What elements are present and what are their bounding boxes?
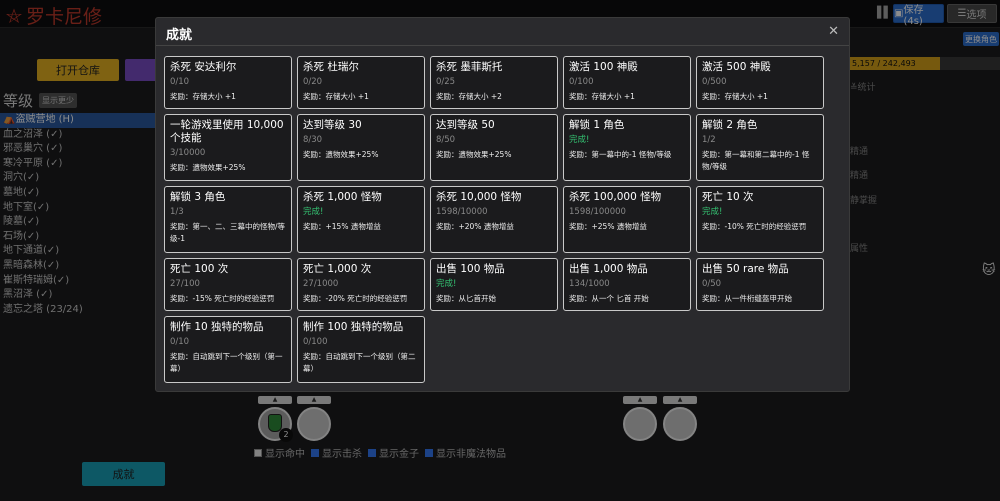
achievement-title: 制作 10 独特的物品 [170,321,264,333]
achievement-card: 出售 50 rare 物品 0/50 奖励：从一件桁缝盔甲开始 [696,258,824,311]
achievement-card: 杀死 墨菲斯托 0/25 奖励：存储大小 +2 [430,56,558,109]
achievement-title: 解锁 1 角色 [569,119,625,131]
achievement-progress: 0/100 [569,77,594,87]
achievement-title: 杀死 100,000 怪物 [569,191,662,203]
achievement-card: 出售 100 物品 完成! 奖励：从匕首开始 [430,258,558,311]
achievement-reward: 奖励：遗物效果+25% [170,163,246,172]
achievement-title: 达到等级 30 [303,119,362,131]
achievement-title: 出售 1,000 物品 [569,263,648,275]
achievement-reward: 奖励：-15% 死亡时的经验惩罚 [170,294,275,303]
achievement-title: 解锁 2 角色 [702,119,758,131]
achievement-card: 激活 500 神殿 0/500 奖励：存储大小 +1 [696,56,824,109]
achievement-grid: 杀死 安达利尔 0/10 奖励：存储大小 +1 杀死 杜瑞尔 0/20 奖励：存储大小 +… [164,56,824,383]
achievement-progress: 134/1000 [569,279,610,289]
achievement-progress: 完成! [702,207,723,217]
achievement-progress: 1598/100000 [569,207,626,217]
achievement-reward: 奖励：从一个 匕首 开始 [569,294,649,303]
achievement-title: 杀死 1,000 怪物 [303,191,382,203]
achievement-title: 出售 50 rare 物品 [702,263,789,275]
achievement-progress: 0/10 [170,337,190,347]
achievement-progress: 完成! [303,207,324,217]
achievement-title: 杀死 安达利尔 [170,61,237,73]
achievement-reward: 奖励：第一、二、三幕中的怪物/等级-1 [170,222,286,243]
achievement-title: 激活 100 神殿 [569,61,638,73]
achievement-card: 死亡 1,000 次 27/1000 奖励：-20% 死亡时的经验惩罚 [297,258,425,311]
achievement-reward: 奖励：+25% 遗物增益 [569,222,647,231]
achievement-progress: 27/1000 [303,279,339,289]
achievement-reward: 奖励：第一幕和第二幕中的-1 怪物/等级 [702,150,810,171]
achievement-progress: 0/100 [303,337,328,347]
achievement-card: 杀死 安达利尔 0/10 奖励：存储大小 +1 [164,56,292,109]
achievement-title: 一轮游戏里使用 10,000 个技能 [170,119,284,144]
achievement-title: 死亡 1,000 次 [303,263,372,275]
achievement-reward: 奖励：自动跳到下一个级别（第二幕） [303,352,416,373]
achievement-reward: 奖励：遗物效果+25% [436,150,512,159]
achievement-title: 死亡 100 次 [170,263,229,275]
achievement-progress: 0/10 [170,77,190,87]
achievement-progress: 3/10000 [170,148,206,158]
achievement-reward: 奖励：从一件桁缝盔甲开始 [702,294,792,303]
modal-title: 成就 [166,28,193,43]
achievement-card: 死亡 10 次完成! 奖励：-10% 死亡时的经验惩罚 [696,186,824,253]
achievement-title: 杀死 杜瑞尔 [303,61,359,73]
achievement-progress: 0/25 [436,77,456,87]
achievement-progress: 1/2 [702,135,716,145]
achievement-progress: 1/3 [170,207,184,217]
achievement-title: 杀死 10,000 怪物 [436,191,522,203]
close-icon[interactable]: ✕ [828,24,839,39]
achievement-card: 达到等级 50 8/50 奖励：遗物效果+25% [430,114,558,181]
achievement-reward: 奖励：第一幕中的-1 怪物/等级 [569,150,672,159]
achievement-reward: 奖励：遗物效果+25% [303,150,379,159]
achievement-progress: 0/20 [303,77,323,87]
achievement-card: 杀死 100,000 怪物 1598/100000 奖励：+25% 遗物增益 [563,186,691,253]
achievement-title: 杀死 墨菲斯托 [436,61,503,73]
achievement-title: 出售 100 物品 [436,263,505,275]
achievement-reward: 奖励：+15% 遗物增益 [303,222,381,231]
achievement-title: 制作 100 独特的物品 [303,321,404,333]
achievement-title: 死亡 10 次 [702,191,754,203]
achievement-card: 一轮游戏里使用 10,000 个技能 3/10000 奖励：遗物效果+25% [164,114,292,181]
achievement-card: 制作 10 独特的物品 0/10 奖励：自动跳到下一个级别（第一幕） [164,316,292,383]
achievement-progress: 1598/10000 [436,207,488,217]
achievement-title: 解锁 3 角色 [170,191,226,203]
achievement-card: 制作 100 独特的物品 0/100 奖励：自动跳到下一个级别（第二幕） [297,316,425,383]
achievement-title: 激活 500 神殿 [702,61,771,73]
achievement-reward: 奖励：自动跳到下一个级别（第一幕） [170,352,283,373]
achievement-card: 达到等级 30 8/30 奖励：遗物效果+25% [297,114,425,181]
achievement-card: 出售 1,000 物品 134/1000 奖励：从一个 匕首 开始 [563,258,691,311]
achievement-progress: 完成! [436,279,457,289]
achievement-reward: 奖励：从匕首开始 [436,294,496,303]
achievement-card: 解锁 1 角色 完成! 奖励：第一幕中的-1 怪物/等级 [563,114,691,181]
achievement-reward: 奖励：-20% 死亡时的经验惩罚 [303,294,408,303]
achievement-card: 激活 100 神殿 0/100 奖励：存储大小 +1 [563,56,691,109]
achievement-progress: 8/50 [436,135,456,145]
achievement-reward: 奖励：-10% 死亡时的经验惩罚 [702,222,807,231]
achievement-reward: 奖励：存储大小 +1 [569,92,635,101]
achievement-progress: 0/50 [702,279,722,289]
achievement-reward: 奖励：存储大小 +2 [436,92,502,101]
achievement-progress: 0/500 [702,77,727,87]
achievement-card: 杀死 杜瑞尔 0/20 奖励：存储大小 +1 [297,56,425,109]
achievement-reward: 奖励：存储大小 +1 [702,92,768,101]
modal-header: 成就 ✕ [156,18,849,46]
achievement-card: 解锁 2 角色 1/2 奖励：第一幕和第二幕中的-1 怪物/等级 [696,114,824,181]
achievement-card: 死亡 100 次 27/100 奖励：-15% 死亡时的经验惩罚 [164,258,292,311]
achievement-progress: 完成! [569,135,590,145]
achievement-progress: 8/30 [303,135,323,145]
achievements-modal: 成就 ✕ 杀死 安达利尔 0/10 奖励：存储大小 +1 杀死 杜瑞尔 0/20 奖励：存… [155,17,850,392]
achievement-card: 解锁 3 角色 1/3 奖励：第一、二、三幕中的怪物/等级-1 [164,186,292,253]
achievement-reward: 奖励：+20% 遗物增益 [436,222,514,231]
achievement-card: 杀死 1,000 怪物 完成! 奖励：+15% 遗物增益 [297,186,425,253]
achievement-reward: 奖励：存储大小 +1 [303,92,369,101]
achievement-progress: 27/100 [170,279,200,289]
achievement-card: 杀死 10,000 怪物 1598/10000 奖励：+20% 遗物增益 [430,186,558,253]
achievement-title: 达到等级 50 [436,119,495,131]
achievement-reward: 奖励：存储大小 +1 [170,92,236,101]
